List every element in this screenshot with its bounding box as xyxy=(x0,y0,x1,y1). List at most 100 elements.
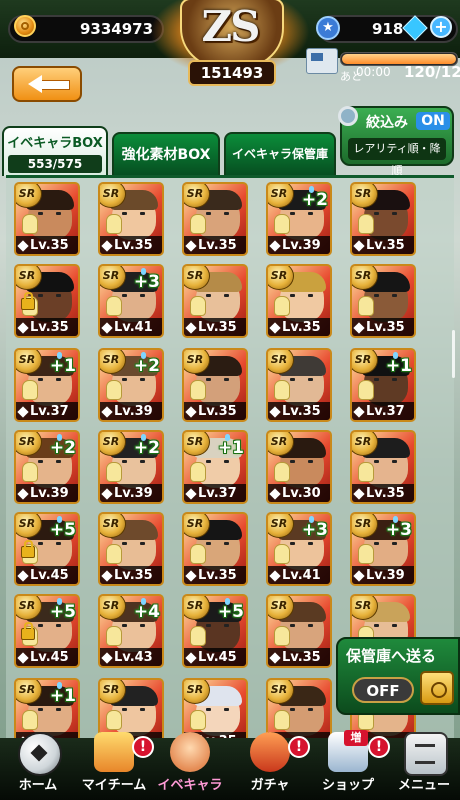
lightbulb-icon xyxy=(274,462,290,482)
character-card[interactable]: SR +4 Lv.43 xyxy=(98,594,164,668)
eye xyxy=(56,460,61,463)
character-card[interactable]: SRLv.35 xyxy=(182,348,248,422)
nav-menu[interactable]: メニュー xyxy=(386,732,460,800)
add-gems-button[interactable]: + xyxy=(430,16,452,38)
team-emblem[interactable]: ZS 151493 xyxy=(150,0,310,96)
character-card[interactable]: SR +2 Lv.39 xyxy=(14,430,80,504)
character-card[interactable]: SR +1 Lv.37 xyxy=(182,430,248,504)
coin-icon xyxy=(14,15,36,37)
eye xyxy=(56,212,61,215)
nav-shop[interactable]: 増 ! ショップ xyxy=(310,730,390,800)
diamond-icon xyxy=(269,406,281,418)
character-card[interactable]: SRLv.35 xyxy=(266,348,332,422)
character-card[interactable]: SRLv.35 xyxy=(14,182,80,256)
tab-enhance-material-box[interactable]: 強化素材BOX xyxy=(112,132,220,176)
character-card[interactable]: SR +3 Lv.41 xyxy=(98,264,164,338)
eye xyxy=(206,542,211,545)
lock-icon[interactable] xyxy=(21,540,35,558)
character-card[interactable]: SRLv.35 xyxy=(182,182,248,256)
eye xyxy=(122,542,127,545)
nav-my-team[interactable]: ! マイチーム xyxy=(76,732,154,800)
droplet-icon xyxy=(57,516,62,523)
character-card[interactable]: SR +1 Lv.37 xyxy=(350,348,416,422)
level-label: Lv.43 xyxy=(114,650,153,665)
diamond-icon xyxy=(101,570,113,582)
alert-badge: ! xyxy=(132,736,154,758)
character-card[interactable]: SRLv.35 xyxy=(350,182,416,256)
lightbulb-icon xyxy=(22,380,38,400)
diamond-icon xyxy=(353,488,365,500)
level-label: Lv.30 xyxy=(282,486,321,501)
eye xyxy=(206,624,211,627)
scrollbar[interactable] xyxy=(452,330,455,378)
nav-home[interactable]: ホーム xyxy=(0,732,76,800)
droplet-icon xyxy=(309,516,314,523)
eye xyxy=(206,460,211,463)
eye xyxy=(374,460,379,463)
eye xyxy=(140,294,145,297)
diamond-icon xyxy=(17,322,29,334)
character-card[interactable]: SRLv.35 xyxy=(350,430,416,504)
eye xyxy=(308,460,313,463)
tab-label: イベキャラBOX xyxy=(7,136,103,151)
box-count: 553/575 xyxy=(8,155,102,173)
character-card[interactable]: SR +3 Lv.41 xyxy=(266,512,332,586)
lightbulb-icon xyxy=(274,544,290,564)
droplet-icon xyxy=(393,516,398,523)
soccer-ball-icon xyxy=(18,732,62,776)
character-card[interactable]: SRLv.35 xyxy=(98,182,164,256)
filter-button[interactable]: 絞込み ON レアリティ順・降順 xyxy=(338,106,454,177)
level-label: Lv.35 xyxy=(198,320,237,335)
level-bar: Lv.35 xyxy=(16,318,78,336)
send-to-storage-toggle[interactable]: OFF xyxy=(352,677,414,703)
character-card[interactable]: SR +2 Lv.39 xyxy=(98,348,164,422)
character-card[interactable]: SR +2 Lv.39 xyxy=(98,430,164,504)
level-bar: Lv.45 xyxy=(184,648,246,666)
character-card[interactable]: SR +5 Lv.45 xyxy=(182,594,248,668)
sort-order[interactable]: レアリティ順・降順 xyxy=(348,138,446,177)
level-label: Lv.45 xyxy=(30,568,69,583)
character-card[interactable]: SR Lv.30 xyxy=(266,430,332,504)
nav-gacha[interactable]: ! ガチャ xyxy=(232,732,310,800)
level-bar: Lv.41 xyxy=(100,318,162,336)
lightbulb-icon xyxy=(22,214,38,234)
level-bar: Lv.39 xyxy=(16,484,78,502)
eye xyxy=(122,378,127,381)
level-label: Lv.37 xyxy=(366,404,405,419)
character-card[interactable]: SR +2 Lv.39 xyxy=(266,182,332,256)
character-card[interactable]: SRLv.35 xyxy=(266,594,332,668)
character-card[interactable]: SRLv.35 xyxy=(14,264,80,338)
level-bar: Lv.35 xyxy=(268,402,330,420)
lock-icon[interactable] xyxy=(21,292,35,310)
eye xyxy=(374,378,379,381)
level-bar: Lv.35 xyxy=(352,318,414,336)
stamina-timer: 00:00 xyxy=(356,65,391,79)
level-bar: Lv.30 xyxy=(268,484,330,502)
character-card[interactable]: SR +1 Lv.37 xyxy=(14,348,80,422)
level-bar: Lv.35 xyxy=(184,318,246,336)
lock-icon[interactable] xyxy=(21,622,35,640)
lightbulb-icon xyxy=(106,380,122,400)
back-button[interactable] xyxy=(12,66,82,102)
eye xyxy=(140,378,145,381)
nav-event-character[interactable]: イベキャラ xyxy=(152,732,228,800)
character-card[interactable]: SRLv.35 xyxy=(350,264,416,338)
character-card[interactable]: SR +3 Lv.39 xyxy=(350,512,416,586)
eye xyxy=(374,624,379,627)
character-card[interactable]: SRLv.35 xyxy=(98,512,164,586)
tab-event-character-storage[interactable]: イベキャラ保管庫 xyxy=(224,132,336,176)
tab-event-character-box[interactable]: イベキャラBOX 553/575 xyxy=(2,126,108,176)
character-card[interactable]: SR +5 Lv.45 xyxy=(14,512,80,586)
character-card[interactable]: SRLv.35 xyxy=(182,264,248,338)
eye xyxy=(206,294,211,297)
diamond-icon xyxy=(17,406,29,418)
level-label: Lv.35 xyxy=(366,320,405,335)
level-bar: Lv.35 xyxy=(184,402,246,420)
safe-icon xyxy=(420,671,454,705)
level-bar: Lv.35 xyxy=(16,236,78,254)
level-bar: Lv.37 xyxy=(16,402,78,420)
diamond-icon xyxy=(353,240,365,252)
character-card[interactable]: SR +5 Lv.45 xyxy=(14,594,80,668)
character-card[interactable]: SRLv.35 xyxy=(266,264,332,338)
character-card[interactable]: SRLv.35 xyxy=(182,512,248,586)
